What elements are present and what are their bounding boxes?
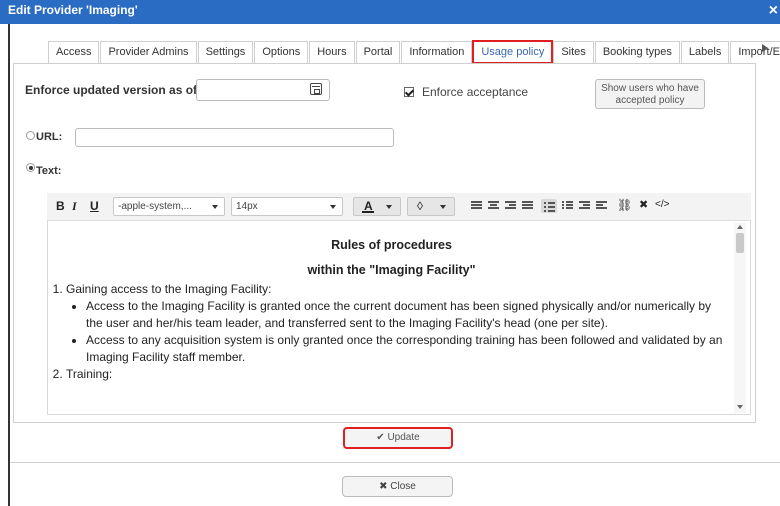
content-heading-rules: Rules of procedures bbox=[331, 238, 452, 252]
list-item: Access to any acquisition system is only… bbox=[86, 332, 726, 366]
bold-button[interactable]: B bbox=[56, 199, 65, 213]
tab-portal[interactable]: Portal bbox=[355, 41, 401, 63]
clear-format-icon[interactable]: ✖ bbox=[639, 198, 648, 211]
tab-booking-types[interactable]: Booking types bbox=[594, 41, 680, 63]
font-family-value: -apple-system,... bbox=[118, 201, 192, 212]
font-family-select[interactable]: -apple-system,... bbox=[113, 197, 225, 216]
scroll-up-icon[interactable] bbox=[737, 225, 743, 229]
dialog-title: Edit Provider 'Imaging' bbox=[8, 3, 138, 17]
align-left-icon[interactable] bbox=[471, 201, 482, 210]
fill-color-button[interactable]: ◊ bbox=[407, 197, 455, 216]
list-item: Access to the Imaging Facility is grante… bbox=[86, 298, 726, 332]
list-item-text: Gaining access to the Imaging Facility: bbox=[66, 282, 272, 296]
align-justify-icon[interactable] bbox=[522, 201, 533, 210]
tab-access[interactable]: Access bbox=[48, 41, 100, 63]
list-item: Gaining access to the Imaging Facility: … bbox=[66, 281, 726, 366]
font-size-value: 14px bbox=[236, 201, 258, 212]
code-view-icon[interactable]: </> bbox=[655, 199, 669, 210]
enforce-acceptance-checkbox[interactable] bbox=[404, 87, 414, 97]
tab-options[interactable]: Options bbox=[254, 41, 309, 63]
show-users-label-line2: accepted policy bbox=[615, 95, 685, 106]
tab-sites[interactable]: Sites bbox=[553, 41, 594, 63]
dialog-left-border bbox=[8, 24, 10, 506]
text-radio[interactable] bbox=[26, 163, 35, 172]
text-color-swatch bbox=[362, 211, 374, 213]
chevron-down-icon bbox=[440, 205, 446, 209]
url-input[interactable] bbox=[75, 128, 394, 147]
chevron-down-icon bbox=[330, 205, 336, 209]
tab-import-export[interactable]: Import/Export bbox=[730, 41, 780, 63]
url-label: URL: bbox=[36, 131, 63, 143]
scroll-thumb[interactable] bbox=[736, 233, 744, 253]
enforce-date-label: Enforce updated version as of: bbox=[25, 83, 202, 97]
update-button[interactable]: ✔ Update bbox=[343, 427, 453, 449]
chevron-down-icon bbox=[212, 205, 218, 209]
bulleted-list-icon[interactable] bbox=[541, 199, 557, 213]
dialog-titlebar: Edit Provider 'Imaging' × bbox=[0, 0, 780, 24]
droplet-icon: ◊ bbox=[417, 199, 423, 213]
close-button[interactable]: ✖ Close bbox=[342, 476, 453, 497]
list-item: Training: bbox=[66, 366, 726, 383]
tab-provider-admins[interactable]: Provider Admins bbox=[100, 41, 197, 63]
link-icon[interactable]: ⛓ bbox=[617, 198, 632, 212]
tab-usage-policy[interactable]: Usage policy bbox=[472, 40, 554, 64]
show-users-accepted-button[interactable]: Show users who have accepted policy bbox=[595, 79, 705, 109]
tab-settings[interactable]: Settings bbox=[197, 41, 254, 63]
outdent-icon[interactable] bbox=[596, 201, 607, 210]
text-label: Text: bbox=[36, 165, 62, 177]
editor-toolbar: B I U -apple-system,... 14px A ◊ ⛓ ✖ </> bbox=[47, 193, 751, 221]
tabs-scroll-right-icon[interactable] bbox=[762, 44, 768, 52]
list-item-text: Training: bbox=[66, 367, 113, 381]
numbered-list-icon[interactable] bbox=[562, 201, 573, 210]
url-radio[interactable] bbox=[26, 131, 35, 140]
italic-button[interactable]: I bbox=[72, 199, 77, 214]
calendar-icon[interactable] bbox=[310, 83, 322, 95]
tab-bar: Access Provider Admins Settings Options … bbox=[48, 40, 780, 64]
text-color-button[interactable]: A bbox=[353, 197, 401, 216]
footer-divider bbox=[10, 462, 780, 463]
indent-icon[interactable] bbox=[579, 201, 590, 210]
content-heading-within: within the "Imaging Facility" bbox=[307, 263, 476, 277]
align-right-icon[interactable] bbox=[505, 201, 516, 210]
scroll-down-icon[interactable] bbox=[737, 405, 743, 409]
editor-content[interactable]: Rules of procedures within the "Imaging … bbox=[50, 223, 733, 413]
rules-list: Gaining access to the Imaging Facility: … bbox=[52, 281, 726, 383]
sub-list: Access to the Imaging Facility is grante… bbox=[66, 298, 726, 366]
underline-button[interactable]: U bbox=[90, 199, 99, 213]
align-center-icon[interactable] bbox=[488, 201, 499, 210]
chevron-down-icon bbox=[386, 205, 392, 209]
show-users-label-line1: Show users who have bbox=[601, 83, 699, 94]
close-icon[interactable]: × bbox=[769, 1, 778, 21]
editor-scrollbar[interactable] bbox=[734, 223, 746, 413]
tab-labels[interactable]: Labels bbox=[680, 41, 730, 63]
font-size-select[interactable]: 14px bbox=[231, 197, 343, 216]
tab-information[interactable]: Information bbox=[401, 41, 473, 63]
enforce-acceptance-label: Enforce acceptance bbox=[422, 85, 529, 99]
edit-provider-dialog: Edit Provider 'Imaging' × Access Provide… bbox=[0, 0, 780, 506]
tab-hours[interactable]: Hours bbox=[309, 41, 355, 63]
